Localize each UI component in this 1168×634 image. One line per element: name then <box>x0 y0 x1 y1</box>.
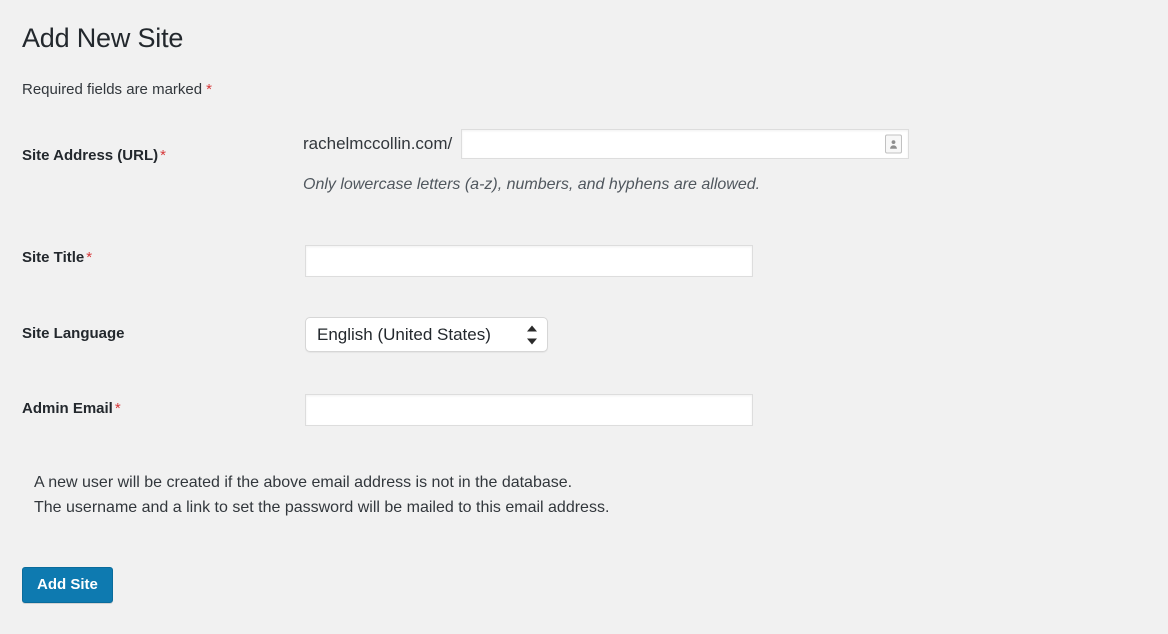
arrow-down-icon <box>527 338 537 344</box>
required-fields-note: Required fields are marked* <box>22 80 212 100</box>
control-site-title <box>305 245 753 277</box>
up-down-arrows-icon <box>526 325 537 344</box>
admin-email-note-line-1: A new user will be created if the above … <box>34 470 609 495</box>
add-new-site-page: Add New Site Required fields are marked*… <box>0 0 1168 634</box>
control-site-language: English (United States) <box>305 317 548 352</box>
site-address-input[interactable] <box>461 129 909 159</box>
required-marker-icon: * <box>158 147 166 164</box>
label-site-title-text: Site Title <box>22 249 84 266</box>
page-title: Add New Site <box>22 22 183 54</box>
required-marker-icon: * <box>84 249 92 266</box>
label-site-address-text: Site Address (URL) <box>22 147 158 164</box>
site-address-input-wrap <box>461 129 909 159</box>
required-marker-icon: * <box>113 400 121 417</box>
label-site-address: Site Address (URL)* <box>22 146 166 166</box>
control-admin-email <box>305 394 753 426</box>
add-site-button[interactable]: Add Site <box>22 567 113 603</box>
admin-email-note: A new user will be created if the above … <box>34 470 609 520</box>
label-site-language-text: Site Language <box>22 325 125 342</box>
contact-card-icon[interactable] <box>885 135 902 154</box>
label-site-title: Site Title* <box>22 248 92 268</box>
site-language-selected-value: English (United States) <box>317 324 491 346</box>
required-fields-note-text: Required fields are marked <box>22 81 202 98</box>
admin-email-input[interactable] <box>305 394 753 426</box>
control-site-address: rachelmccollin.com/ <box>303 128 909 160</box>
label-admin-email-text: Admin Email <box>22 400 113 417</box>
site-address-help-text: Only lowercase letters (a-z), numbers, a… <box>303 174 760 195</box>
site-address-line: rachelmccollin.com/ <box>303 128 909 160</box>
form-submit-area: Add Site <box>22 567 113 603</box>
label-admin-email: Admin Email* <box>22 399 121 419</box>
label-site-language: Site Language <box>22 324 127 344</box>
site-language-select[interactable]: English (United States) <box>305 317 548 352</box>
domain-prefix: rachelmccollin.com/ <box>303 133 461 155</box>
required-marker-icon <box>125 325 127 342</box>
admin-email-note-line-2: The username and a link to set the passw… <box>34 495 609 520</box>
site-title-input[interactable] <box>305 245 753 277</box>
required-marker-icon: * <box>202 81 212 98</box>
arrow-up-icon <box>527 325 537 331</box>
